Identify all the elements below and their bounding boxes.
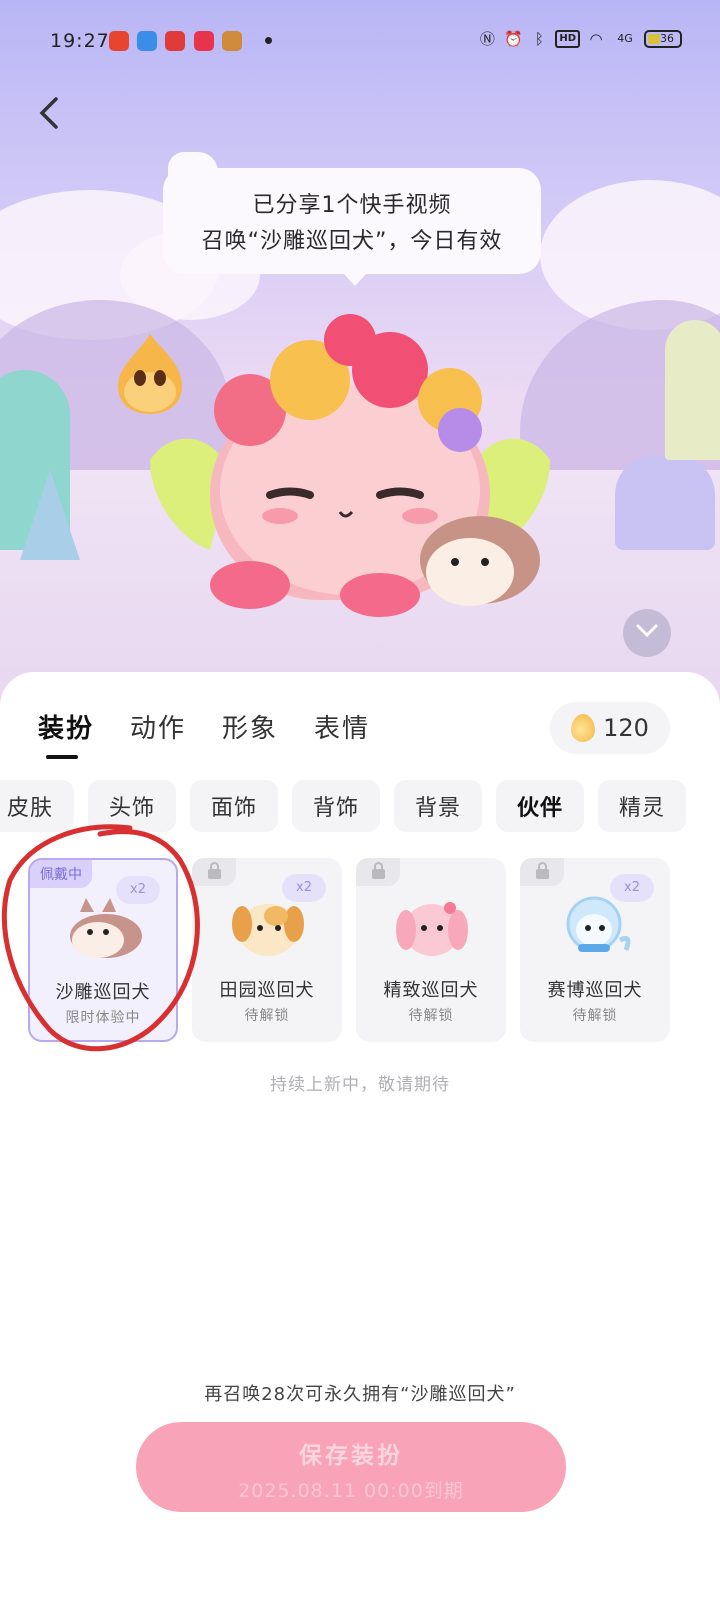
news-app-icon [165, 31, 185, 51]
tab-actions[interactable]: 动作 [130, 708, 186, 759]
bubble-line-1: 已分享1个快手视频 [252, 193, 452, 218]
video-app-icon [109, 31, 129, 51]
battery-level: 36 [660, 32, 674, 45]
nfc-icon: Ⓝ [479, 30, 495, 48]
partner-card[interactable]: x2 赛博巡回犬 待解锁 [520, 858, 670, 1042]
bubble-line-2: 召唤“沙雕巡回犬”，今日有效 [201, 229, 503, 254]
tab-appearance[interactable]: 形象 [222, 708, 278, 759]
collapse-button[interactable] [623, 609, 671, 657]
bluetooth-icon: ᛒ [534, 30, 544, 48]
coin-count: 120 [603, 714, 649, 742]
summon-hint: 再召唤28次可永久拥有“沙雕巡回犬” [204, 1384, 516, 1405]
game-app-icon [222, 31, 242, 51]
save-dressup-button[interactable]: 保存装扮 2025.08.11 00:00到期 [136, 1422, 566, 1512]
more-notifications-dot [265, 37, 272, 44]
partner-status: 限时体验中 [65, 1010, 141, 1026]
chip-skin[interactable]: 皮肤 [0, 780, 74, 832]
chip-face[interactable]: 面饰 [190, 780, 278, 832]
pine-tree [20, 470, 80, 560]
partner-name: 精致巡回犬 [383, 980, 479, 1001]
tab-expressions[interactable]: 表情 [314, 708, 370, 759]
partner-name: 田园巡回犬 [219, 980, 315, 1001]
pink-dog-icon [396, 902, 468, 956]
husky-dog-icon [70, 898, 142, 958]
category-chips: 皮肤 头饰 面饰 背饰 背景 伙伴 精灵 [0, 780, 686, 832]
status-time: 19:27 [50, 30, 110, 52]
signal-icon: 4G [617, 32, 633, 45]
partner-name: 沙雕巡回犬 [55, 982, 151, 1003]
battery-icon: 36 [644, 30, 682, 48]
chip-headwear[interactable]: 头饰 [88, 780, 176, 832]
expiry-text: 2025.08.11 00:00到期 [238, 1480, 464, 1502]
dressup-panel: 装扮 动作 形象 表情 120 皮肤 头饰 面饰 背饰 背景 伙伴 精灵 佩戴中… [0, 672, 720, 1608]
hd-icon: HD [555, 30, 580, 48]
coming-soon-text: 持续上新中，敬请期待 [270, 1075, 450, 1095]
wifi-icon: ◠ [589, 30, 603, 48]
cyber-dog-icon [566, 896, 631, 952]
chevron-left-icon [39, 97, 58, 129]
shiba-dog-icon [232, 904, 304, 956]
partner-card[interactable]: x2 田园巡回犬 待解锁 [192, 858, 342, 1042]
save-label: 保存装扮 [299, 1443, 403, 1469]
speech-bubble: 已分享1个快手视频 召唤“沙雕巡回犬”，今日有效 [163, 168, 541, 286]
chip-partner[interactable]: 伙伴 [496, 780, 584, 832]
hero-scene: 19:27 Ⓝ ⏰ ᛒ HD ◠ 4G 36 ᵕ 已分享1个快手视频 召唤“沙雕… [0, 0, 720, 720]
mascot-character [150, 314, 550, 617]
coin-icon [571, 714, 596, 742]
back-button[interactable] [36, 96, 66, 130]
partner-cards: 佩戴中 x2 沙雕巡回犬 限时体验中 x2 田园巡回犬 待解锁 精致巡回犬 待解… [28, 858, 670, 1042]
alarm-icon: ⏰ [503, 30, 523, 48]
lock-icon [356, 858, 400, 886]
browser-app-icon [137, 31, 157, 51]
chip-sprite[interactable]: 精灵 [598, 780, 686, 832]
partner-status: 待解锁 [244, 1008, 290, 1024]
notes-app-icon [194, 31, 214, 51]
partner-status: 待解锁 [408, 1008, 454, 1024]
status-icons: Ⓝ ⏰ ᛒ HD ◠ 4G 36 [477, 28, 682, 50]
main-tabs: 装扮 动作 形象 表情 [38, 708, 370, 759]
wearing-badge: 佩戴中 [30, 860, 92, 888]
chip-background[interactable]: 背景 [394, 780, 482, 832]
partner-status: 待解锁 [572, 1008, 618, 1024]
lock-icon [520, 858, 564, 886]
chip-back[interactable]: 背饰 [292, 780, 380, 832]
partner-card[interactable]: 佩戴中 x2 沙雕巡回犬 限时体验中 [28, 858, 178, 1042]
partner-name: 赛博巡回犬 [547, 980, 643, 1001]
coin-balance[interactable]: 120 [550, 702, 670, 754]
tab-dressup[interactable]: 装扮 [38, 708, 94, 759]
status-bar: 19:27 Ⓝ ⏰ ᛒ HD ◠ 4G 36 [0, 0, 720, 84]
lamp [665, 320, 720, 460]
chevron-down-icon [636, 624, 658, 638]
house [615, 455, 715, 550]
lock-icon [192, 858, 236, 886]
partner-card[interactable]: 精致巡回犬 待解锁 [356, 858, 506, 1042]
